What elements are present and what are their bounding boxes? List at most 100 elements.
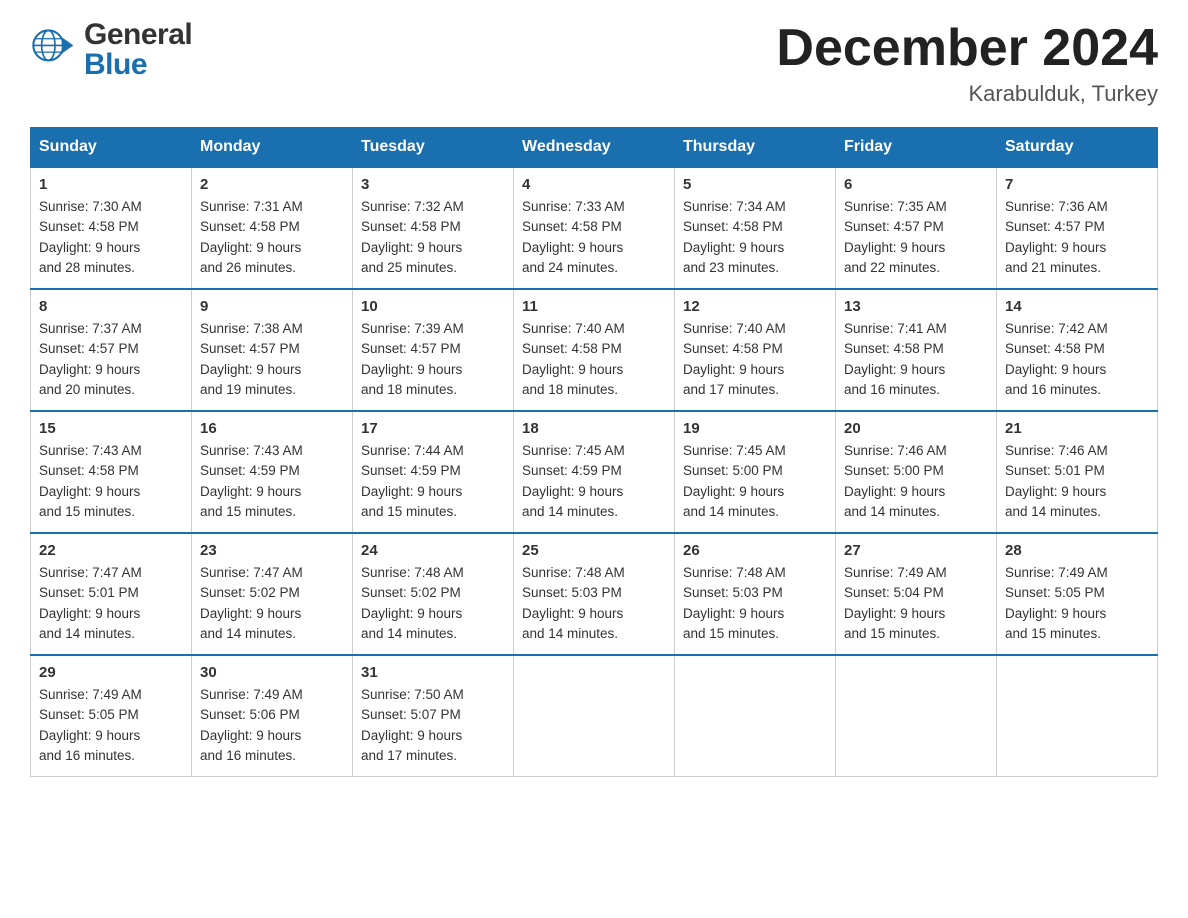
- calendar-week-5: 29 Sunrise: 7:49 AMSunset: 5:05 PMDaylig…: [31, 655, 1158, 777]
- day-info: Sunrise: 7:39 AMSunset: 4:57 PMDaylight:…: [361, 321, 464, 397]
- calendar-cell: 2 Sunrise: 7:31 AMSunset: 4:58 PMDayligh…: [192, 167, 353, 289]
- calendar-week-1: 1 Sunrise: 7:30 AMSunset: 4:58 PMDayligh…: [31, 167, 1158, 289]
- calendar-cell: 18 Sunrise: 7:45 AMSunset: 4:59 PMDaylig…: [514, 411, 675, 533]
- day-number: 12: [683, 298, 827, 315]
- day-info: Sunrise: 7:30 AMSunset: 4:58 PMDaylight:…: [39, 199, 142, 275]
- calendar-cell: [514, 655, 675, 777]
- day-number: 9: [200, 298, 344, 315]
- day-info: Sunrise: 7:38 AMSunset: 4:57 PMDaylight:…: [200, 321, 303, 397]
- day-info: Sunrise: 7:47 AMSunset: 5:01 PMDaylight:…: [39, 565, 142, 641]
- calendar-cell: 5 Sunrise: 7:34 AMSunset: 4:58 PMDayligh…: [675, 167, 836, 289]
- calendar-cell: 20 Sunrise: 7:46 AMSunset: 5:00 PMDaylig…: [836, 411, 997, 533]
- day-info: Sunrise: 7:43 AMSunset: 4:59 PMDaylight:…: [200, 443, 303, 519]
- calendar-cell: 27 Sunrise: 7:49 AMSunset: 5:04 PMDaylig…: [836, 533, 997, 655]
- logo-icon: [30, 25, 80, 75]
- calendar-cell: 21 Sunrise: 7:46 AMSunset: 5:01 PMDaylig…: [997, 411, 1158, 533]
- calendar-cell: 11 Sunrise: 7:40 AMSunset: 4:58 PMDaylig…: [514, 289, 675, 411]
- calendar-cell: 10 Sunrise: 7:39 AMSunset: 4:57 PMDaylig…: [353, 289, 514, 411]
- day-number: 28: [1005, 542, 1149, 559]
- calendar-cell: 29 Sunrise: 7:49 AMSunset: 5:05 PMDaylig…: [31, 655, 192, 777]
- day-info: Sunrise: 7:49 AMSunset: 5:05 PMDaylight:…: [39, 687, 142, 763]
- day-number: 13: [844, 298, 988, 315]
- day-info: Sunrise: 7:46 AMSunset: 5:01 PMDaylight:…: [1005, 443, 1108, 519]
- col-sunday: Sunday: [31, 128, 192, 168]
- day-info: Sunrise: 7:35 AMSunset: 4:57 PMDaylight:…: [844, 199, 947, 275]
- logo-blue-text: Blue: [84, 50, 192, 80]
- calendar-cell: [997, 655, 1158, 777]
- title-area: December 2024 Karabulduk, Turkey: [776, 20, 1158, 107]
- day-number: 23: [200, 542, 344, 559]
- day-info: Sunrise: 7:49 AMSunset: 5:05 PMDaylight:…: [1005, 565, 1108, 641]
- calendar-cell: 3 Sunrise: 7:32 AMSunset: 4:58 PMDayligh…: [353, 167, 514, 289]
- calendar-cell: 6 Sunrise: 7:35 AMSunset: 4:57 PMDayligh…: [836, 167, 997, 289]
- page-header: General Blue December 2024 Karabulduk, T…: [30, 20, 1158, 107]
- col-wednesday: Wednesday: [514, 128, 675, 168]
- calendar-cell: 7 Sunrise: 7:36 AMSunset: 4:57 PMDayligh…: [997, 167, 1158, 289]
- day-number: 19: [683, 420, 827, 437]
- calendar-cell: 1 Sunrise: 7:30 AMSunset: 4:58 PMDayligh…: [31, 167, 192, 289]
- col-tuesday: Tuesday: [353, 128, 514, 168]
- day-number: 14: [1005, 298, 1149, 315]
- day-number: 29: [39, 664, 183, 681]
- col-saturday: Saturday: [997, 128, 1158, 168]
- day-info: Sunrise: 7:43 AMSunset: 4:58 PMDaylight:…: [39, 443, 142, 519]
- day-number: 3: [361, 176, 505, 193]
- calendar-cell: 24 Sunrise: 7:48 AMSunset: 5:02 PMDaylig…: [353, 533, 514, 655]
- calendar-cell: 23 Sunrise: 7:47 AMSunset: 5:02 PMDaylig…: [192, 533, 353, 655]
- calendar-week-3: 15 Sunrise: 7:43 AMSunset: 4:58 PMDaylig…: [31, 411, 1158, 533]
- day-number: 11: [522, 298, 666, 315]
- calendar-cell: 13 Sunrise: 7:41 AMSunset: 4:58 PMDaylig…: [836, 289, 997, 411]
- day-number: 18: [522, 420, 666, 437]
- day-info: Sunrise: 7:36 AMSunset: 4:57 PMDaylight:…: [1005, 199, 1108, 275]
- day-number: 8: [39, 298, 183, 315]
- logo-general-text: General: [84, 20, 192, 50]
- day-number: 30: [200, 664, 344, 681]
- day-info: Sunrise: 7:48 AMSunset: 5:03 PMDaylight:…: [683, 565, 786, 641]
- calendar-cell: 12 Sunrise: 7:40 AMSunset: 4:58 PMDaylig…: [675, 289, 836, 411]
- location: Karabulduk, Turkey: [776, 81, 1158, 107]
- day-info: Sunrise: 7:45 AMSunset: 4:59 PMDaylight:…: [522, 443, 625, 519]
- day-number: 31: [361, 664, 505, 681]
- day-number: 26: [683, 542, 827, 559]
- day-info: Sunrise: 7:37 AMSunset: 4:57 PMDaylight:…: [39, 321, 142, 397]
- day-info: Sunrise: 7:31 AMSunset: 4:58 PMDaylight:…: [200, 199, 303, 275]
- calendar-cell: 30 Sunrise: 7:49 AMSunset: 5:06 PMDaylig…: [192, 655, 353, 777]
- calendar-cell: 28 Sunrise: 7:49 AMSunset: 5:05 PMDaylig…: [997, 533, 1158, 655]
- col-monday: Monday: [192, 128, 353, 168]
- month-title: December 2024: [776, 20, 1158, 77]
- calendar-week-2: 8 Sunrise: 7:37 AMSunset: 4:57 PMDayligh…: [31, 289, 1158, 411]
- calendar-cell: 9 Sunrise: 7:38 AMSunset: 4:57 PMDayligh…: [192, 289, 353, 411]
- day-number: 24: [361, 542, 505, 559]
- day-number: 17: [361, 420, 505, 437]
- calendar-cell: 15 Sunrise: 7:43 AMSunset: 4:58 PMDaylig…: [31, 411, 192, 533]
- col-thursday: Thursday: [675, 128, 836, 168]
- calendar-cell: 16 Sunrise: 7:43 AMSunset: 4:59 PMDaylig…: [192, 411, 353, 533]
- calendar-cell: 26 Sunrise: 7:48 AMSunset: 5:03 PMDaylig…: [675, 533, 836, 655]
- day-number: 1: [39, 176, 183, 193]
- day-number: 16: [200, 420, 344, 437]
- day-number: 6: [844, 176, 988, 193]
- calendar-cell: [836, 655, 997, 777]
- logo: General Blue: [30, 20, 192, 80]
- day-info: Sunrise: 7:40 AMSunset: 4:58 PMDaylight:…: [683, 321, 786, 397]
- calendar-cell: 8 Sunrise: 7:37 AMSunset: 4:57 PMDayligh…: [31, 289, 192, 411]
- day-number: 4: [522, 176, 666, 193]
- day-number: 22: [39, 542, 183, 559]
- calendar-cell: 22 Sunrise: 7:47 AMSunset: 5:01 PMDaylig…: [31, 533, 192, 655]
- day-number: 5: [683, 176, 827, 193]
- day-info: Sunrise: 7:49 AMSunset: 5:06 PMDaylight:…: [200, 687, 303, 763]
- day-info: Sunrise: 7:45 AMSunset: 5:00 PMDaylight:…: [683, 443, 786, 519]
- day-info: Sunrise: 7:48 AMSunset: 5:02 PMDaylight:…: [361, 565, 464, 641]
- calendar-cell: 25 Sunrise: 7:48 AMSunset: 5:03 PMDaylig…: [514, 533, 675, 655]
- day-number: 25: [522, 542, 666, 559]
- day-info: Sunrise: 7:46 AMSunset: 5:00 PMDaylight:…: [844, 443, 947, 519]
- calendar-cell: [675, 655, 836, 777]
- day-info: Sunrise: 7:40 AMSunset: 4:58 PMDaylight:…: [522, 321, 625, 397]
- calendar-table: Sunday Monday Tuesday Wednesday Thursday…: [30, 127, 1158, 777]
- day-number: 2: [200, 176, 344, 193]
- day-number: 21: [1005, 420, 1149, 437]
- day-info: Sunrise: 7:32 AMSunset: 4:58 PMDaylight:…: [361, 199, 464, 275]
- logo-text: General Blue: [84, 20, 192, 80]
- day-number: 7: [1005, 176, 1149, 193]
- day-info: Sunrise: 7:34 AMSunset: 4:58 PMDaylight:…: [683, 199, 786, 275]
